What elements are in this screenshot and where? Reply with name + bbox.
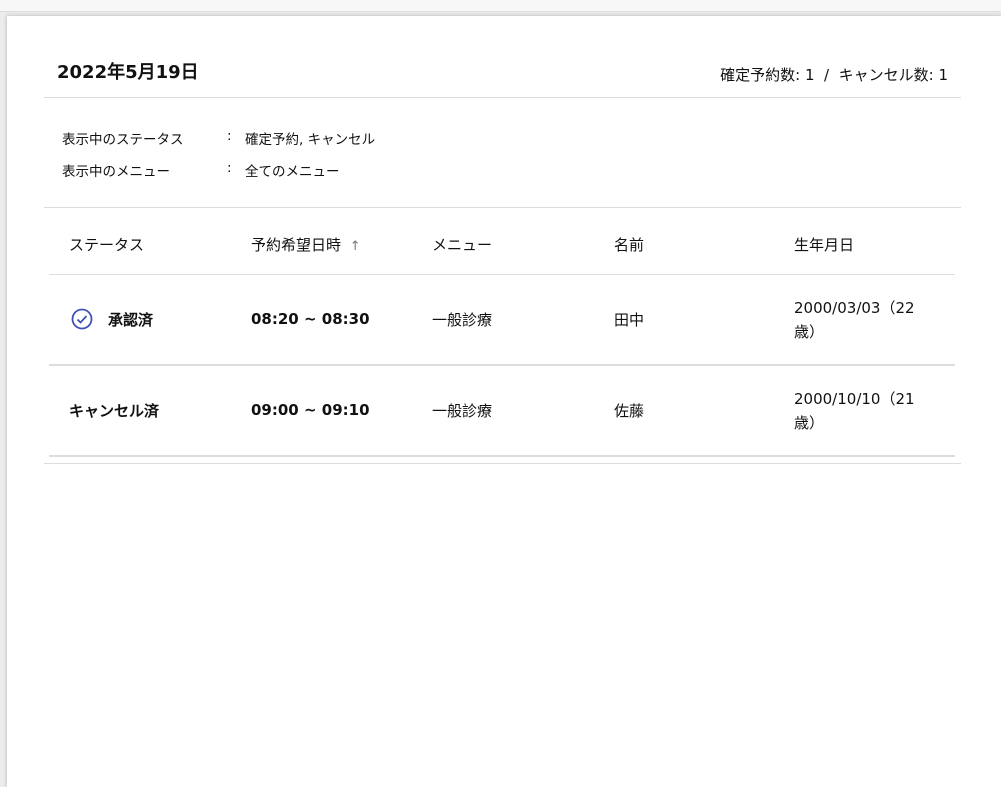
birthdate-cell: 2000/10/10（21 歳）: [794, 387, 915, 435]
divider: [44, 463, 961, 464]
column-header-name[interactable]: 名前: [614, 234, 644, 255]
column-header-datetime[interactable]: 予約希望日時 ↑: [251, 234, 361, 255]
approved-check-icon: [71, 308, 93, 330]
reservation-report-page: 2022年5月19日 確定予約数: 1 / キャンセル数: 1 表示中のステータ…: [7, 16, 1001, 787]
reservation-counts: 確定予約数: 1 / キャンセル数: 1: [720, 66, 948, 84]
header-divider: [49, 274, 955, 275]
page-title-date: 2022年5月19日: [57, 62, 199, 83]
name-cell: 佐藤: [614, 402, 645, 420]
divider: [44, 207, 961, 208]
row-divider: [49, 455, 955, 457]
menu-cell: 一般診療: [432, 402, 493, 420]
filter-label: 表示中のメニュー: [62, 164, 170, 180]
birthdate-cell: 2000/03/03（22 歳）: [794, 296, 915, 344]
filter-separator: :: [227, 128, 232, 144]
status-cell: キャンセル済: [69, 402, 160, 420]
time-cell: 08:20 ~ 08:30: [251, 310, 370, 328]
column-header-birthdate[interactable]: 生年月日: [794, 234, 854, 255]
filter-menu: 表示中のメニュー : 全てのメニュー: [62, 160, 340, 180]
age-text: 歳）: [794, 323, 825, 341]
birthdate-text: 2000/03/03（22: [794, 299, 915, 317]
filter-status: 表示中のステータス : 確定予約, キャンセル: [62, 128, 375, 148]
column-header-status[interactable]: ステータス: [69, 234, 144, 255]
menu-cell: 一般診療: [432, 311, 493, 329]
filter-separator: :: [227, 160, 232, 176]
filter-value: 確定予約, キャンセル: [245, 132, 376, 148]
time-cell: 09:00 ~ 09:10: [251, 401, 370, 419]
name-cell: 田中: [614, 311, 645, 329]
browser-top-strip: [0, 0, 1001, 12]
row-divider: [49, 364, 955, 366]
filter-label: 表示中のステータス: [62, 132, 184, 148]
status-cell: 承認済: [108, 311, 154, 329]
divider: [44, 97, 961, 98]
birthdate-text: 2000/10/10（21: [794, 390, 915, 408]
sort-ascending-icon[interactable]: ↑: [350, 239, 361, 254]
column-header-menu[interactable]: メニュー: [432, 234, 492, 255]
age-text: 歳）: [794, 414, 825, 432]
column-header-label: 予約希望日時: [251, 236, 342, 254]
filter-value: 全てのメニュー: [245, 164, 340, 180]
